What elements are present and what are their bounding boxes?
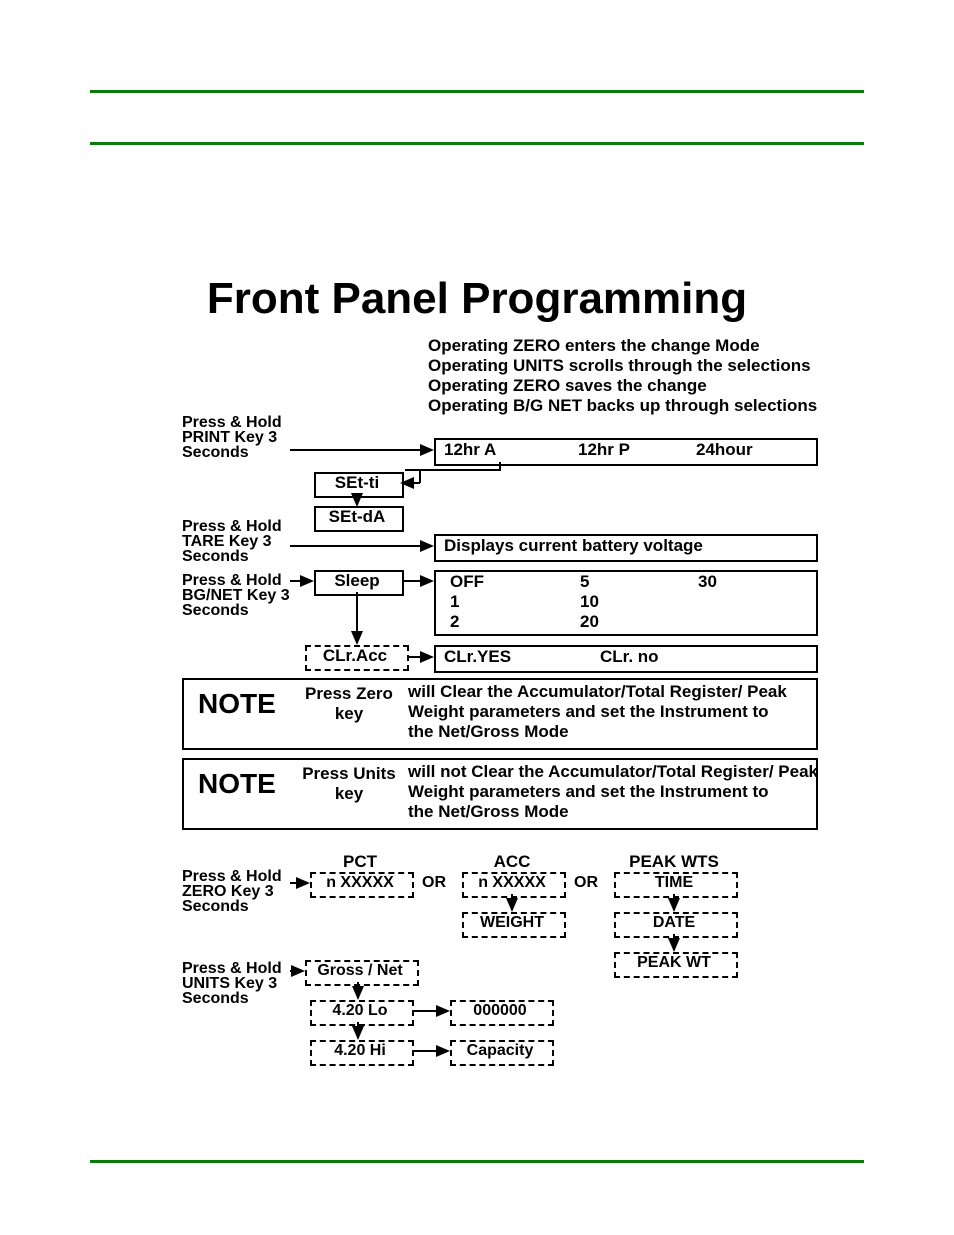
note2-key: Press Units key — [294, 764, 404, 804]
act-units-l3: Seconds — [182, 990, 249, 1008]
setti-text: SEt-ti — [314, 473, 400, 493]
time-b: 12hr P — [578, 440, 630, 460]
time-c: 24hour — [696, 440, 753, 460]
sleep-text: Sleep — [314, 571, 400, 591]
note1-key: Press Zero key — [294, 684, 404, 724]
lo420-text: 4.20 Lo — [310, 1002, 410, 1020]
weight-text: WEIGHT — [462, 914, 562, 932]
sleep-off: OFF — [450, 572, 484, 592]
intro-line-3: Operating ZERO saves the change — [428, 376, 707, 396]
sleep-5: 5 — [580, 572, 589, 592]
or-1: OR — [422, 874, 446, 892]
time-a: 12hr A — [444, 440, 496, 460]
act-zero-l3: Seconds — [182, 898, 249, 916]
note1-text: will Clear the Accumulator/Total Registe… — [408, 682, 787, 742]
sleep-30: 30 — [698, 572, 717, 592]
clracc-text: CLr.Acc — [305, 646, 405, 666]
time-text: TIME — [614, 874, 734, 892]
zeros-text: 000000 — [450, 1002, 550, 1020]
capacity-text: Capacity — [450, 1042, 550, 1060]
sleepopts-box — [434, 570, 818, 636]
peakwt-text: PEAK WT — [614, 954, 734, 972]
nX1-text: n XXXXX — [310, 874, 410, 892]
col-pct: PCT — [310, 852, 410, 872]
intro-line-4: Operating B/G NET backs up through selec… — [428, 396, 817, 416]
clr-no: CLr. no — [600, 647, 659, 667]
act-tare-l3: Seconds — [182, 548, 249, 566]
date-text: DATE — [614, 914, 734, 932]
batt-text: Displays current battery voltage — [444, 536, 703, 556]
intro-line-1: Operating ZERO enters the change Mode — [428, 336, 760, 356]
top-rule-1 — [90, 90, 864, 93]
bottom-rule — [90, 1160, 864, 1163]
sleep-10: 10 — [580, 592, 599, 612]
intro-line-2: Operating UNITS scrolls through the sele… — [428, 356, 811, 376]
note1-label: NOTE — [198, 688, 276, 720]
or-2: OR — [574, 874, 598, 892]
sleep-20: 20 — [580, 612, 599, 632]
col-peakwts: PEAK WTS — [614, 852, 734, 872]
setda-text: SEt-dA — [314, 507, 400, 527]
hi420-text: 4.20 Hi — [310, 1042, 410, 1060]
grossnet-text: Gross / Net — [305, 962, 415, 980]
note2-label: NOTE — [198, 768, 276, 800]
sleep-2: 2 — [450, 612, 459, 632]
act-print-l3: Seconds — [182, 444, 249, 462]
sleep-1: 1 — [450, 592, 459, 612]
page-title: Front Panel Programming — [0, 274, 954, 324]
document-page: Front Panel Programming Operating ZERO e… — [0, 0, 954, 1235]
act-bgnet-l3: Seconds — [182, 602, 249, 620]
top-rule-2 — [90, 142, 864, 145]
col-acc: ACC — [462, 852, 562, 872]
nX2-text: n XXXXX — [462, 874, 562, 892]
clr-yes: CLr.YES — [444, 647, 511, 667]
note2-text: will not Clear the Accumulator/Total Reg… — [408, 762, 818, 822]
